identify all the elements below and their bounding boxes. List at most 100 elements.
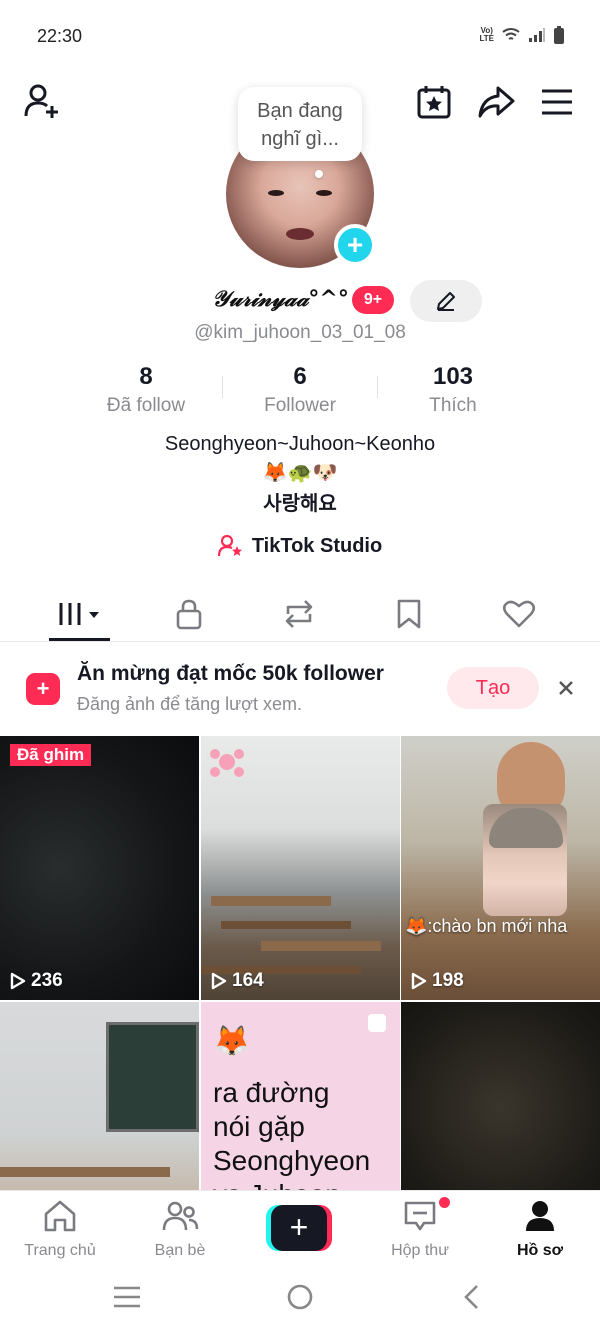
fox-emoji: 🦊 [213, 1025, 251, 1058]
video-grid: Đã ghim 236 164 🦊:chào bn mới nha 198 🦊 [0, 736, 600, 1190]
back-button[interactable] [457, 1282, 487, 1312]
tab-saved[interactable] [379, 592, 439, 636]
thought-bubble[interactable]: Bạn đang nghĩ gì... [238, 87, 362, 161]
tab-liked[interactable] [489, 592, 549, 636]
stat-likes[interactable]: 103 Thích [373, 362, 533, 420]
volte-icon: Vo) LTE [479, 26, 494, 43]
video-thumbnail[interactable] [0, 1002, 199, 1190]
video-text-line: vs Juhoon [213, 1178, 370, 1190]
view-count: 198 [411, 970, 464, 992]
video-thumbnail[interactable]: 164 [201, 736, 400, 1000]
status-time: 22:30 [37, 26, 83, 46]
video-caption: 🦊:chào bn mới nha [405, 916, 568, 936]
thought-line-2: nghĩ gì... [261, 128, 339, 150]
circle-home-icon [287, 1284, 313, 1310]
milestone-banner: + Ăn mừng đạt mốc 50k follower Đăng ảnh … [0, 642, 600, 736]
stat-value: 8 [139, 363, 153, 390]
stat-label: Thích [429, 395, 477, 416]
bench-shape [221, 921, 351, 929]
banner-title: Ăn mừng đạt mốc 50k follower [77, 662, 384, 685]
play-icon [211, 972, 227, 990]
video-thumbnail[interactable]: Đã ghim 236 [0, 736, 199, 1000]
video-text: ra đường nói gặp Seonghyeon vs Juhoon [213, 1076, 370, 1190]
blackboard-shape [106, 1022, 199, 1132]
profile-icon [526, 1201, 554, 1231]
back-icon [464, 1285, 478, 1309]
stat-following[interactable]: 8 Đã follow [66, 362, 226, 420]
pencil-icon [437, 292, 455, 311]
table-shape [211, 896, 331, 906]
view-count-value: 164 [232, 970, 264, 991]
add-friend-button[interactable] [20, 80, 64, 124]
video-text-line: nói gặp [213, 1111, 305, 1142]
stat-value: 103 [432, 363, 474, 390]
stat-followers[interactable]: 6 Follower [220, 362, 380, 420]
home-icon [44, 1200, 76, 1232]
video-thumbnail[interactable]: 🦊 ra đường nói gặp Seonghyeon vs Juhoon [201, 1002, 400, 1190]
avatar-eye [316, 190, 332, 196]
add-story-button[interactable]: + [334, 224, 376, 266]
nav-friends[interactable]: Bạn bè [130, 1199, 230, 1260]
display-name: 𝒴𝓊𝓇𝒾𝓃𝓎𝒶𝒶°^° [212, 286, 349, 312]
avatar-mouth [286, 228, 314, 240]
sticker-icon [210, 749, 244, 777]
creator-star-icon [217, 534, 242, 557]
tab-reposts[interactable] [269, 592, 329, 636]
stat-label: Đã follow [106, 395, 186, 416]
share-icon [478, 86, 515, 118]
battery-icon [554, 26, 564, 44]
profile-tabs [0, 588, 600, 642]
nav-profile[interactable]: Hồ sơ [490, 1199, 590, 1260]
stat-label: Follower [264, 395, 336, 416]
status-icons: Vo) LTE [479, 26, 564, 44]
bottom-nav: Trang chủ Bạn bè + Hộp thư Hồ sơ [0, 1190, 600, 1266]
banner-subtitle: Đăng ảnh để tăng lượt xem. [77, 694, 302, 714]
nav-inbox[interactable]: Hộp thư [370, 1199, 470, 1260]
play-icon [10, 972, 26, 990]
inbox-icon [404, 1201, 436, 1231]
add-friend-icon [24, 84, 58, 118]
thought-bubble-tail [315, 170, 323, 178]
nav-label: Hồ sơ [516, 1242, 564, 1259]
recent-apps-icon [114, 1286, 140, 1308]
edit-profile-button[interactable] [410, 280, 482, 322]
multi-photo-icon [368, 1014, 386, 1032]
inbox-notification-dot [439, 1197, 450, 1208]
system-nav-bar [0, 1266, 600, 1329]
create-button[interactable]: Tạo [447, 667, 539, 709]
tab-private[interactable] [159, 592, 219, 636]
pinned-badge: Đã ghim [10, 744, 92, 766]
home-system-button[interactable] [285, 1282, 315, 1312]
stat-value: 6 [293, 363, 307, 390]
repost-icon [285, 600, 313, 628]
tiktok-studio-link[interactable]: TikTok Studio [0, 534, 600, 558]
signal-icon [529, 28, 545, 42]
name-row: 𝒴𝓊𝓇𝒾𝓃𝓎𝒶𝒶°^° 9+ [0, 280, 600, 322]
tab-videos[interactable] [50, 592, 110, 636]
video-text-line: Seonghyeon [213, 1145, 371, 1176]
video-text-line: ra đường [213, 1077, 330, 1108]
active-tab-indicator [49, 638, 110, 641]
friends-icon [162, 1201, 199, 1231]
view-count: 164 [211, 970, 264, 992]
nav-label: Hộp thư [391, 1242, 449, 1259]
close-icon[interactable] [556, 678, 576, 698]
calendar-button[interactable] [412, 80, 456, 124]
username-handle: @kim_juhoon_03_01_08 [194, 322, 406, 343]
video-thumbnail[interactable] [401, 1002, 600, 1190]
nav-home[interactable]: Trang chủ [10, 1199, 110, 1260]
share-button[interactable] [474, 80, 518, 124]
notification-badge[interactable]: 9+ [352, 286, 394, 314]
menu-button[interactable] [535, 80, 579, 124]
bio-line-3: 사랑해요 [263, 493, 337, 515]
nav-label: Bạn bè [154, 1242, 206, 1259]
plus-icon: + [346, 229, 364, 260]
create-post-button[interactable]: + [266, 1205, 332, 1251]
nav-label: Trang chủ [24, 1242, 96, 1259]
plus-icon: + [271, 1205, 327, 1251]
view-count-value: 236 [31, 970, 63, 991]
heart-icon [502, 600, 536, 628]
recent-apps-button[interactable] [112, 1282, 142, 1312]
table-shape [0, 1167, 170, 1177]
video-thumbnail[interactable]: 🦊:chào bn mới nha 198 [401, 736, 600, 1000]
